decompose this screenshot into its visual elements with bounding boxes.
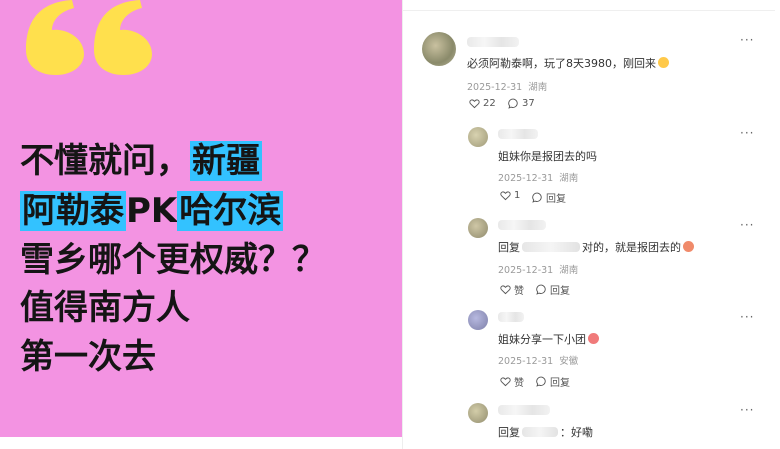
heart-icon — [469, 99, 480, 109]
comment-bubble-icon — [536, 376, 546, 387]
comment-text: 必须阿勒泰啊，玩了8天3980，刚回来 — [467, 55, 669, 71]
face-emoji — [683, 241, 694, 252]
more-options-icon[interactable]: ··· — [740, 33, 754, 47]
like-button[interactable]: 赞 — [500, 282, 524, 297]
heart-icon — [500, 377, 511, 387]
reply-button[interactable]: 回复 — [536, 282, 570, 297]
mentioned-user-blurred[interactable] — [522, 242, 580, 252]
username-blurred[interactable] — [498, 405, 550, 415]
comment-text: 姐妹分享一下小团 — [498, 331, 599, 347]
comment-bubble-icon — [536, 284, 546, 295]
headline-line-4: 值得南方人 — [20, 288, 190, 328]
left-panel-bottom-gap — [0, 437, 402, 449]
comment-meta: 2025-12-31 安徽 — [498, 356, 579, 367]
avatar[interactable] — [468, 403, 488, 423]
post-image: 不懂就问，新疆 阿勒泰PK哈尔滨 雪乡哪个更权威？？ 值得南方人 第一次去 — [0, 0, 402, 437]
headline-line-3: 雪乡哪个更权威？？ — [20, 240, 326, 280]
mentioned-user-blurred[interactable] — [522, 427, 558, 437]
comments-divider — [402, 10, 775, 11]
quote-mark-icon — [26, 0, 152, 75]
avatar[interactable] — [468, 218, 488, 238]
like-button[interactable]: 赞 — [500, 374, 524, 389]
headline-line-2: 阿勒泰PK哈尔滨 — [20, 191, 284, 231]
comment-bubble-icon — [532, 192, 542, 203]
username-blurred[interactable] — [498, 129, 538, 139]
avatar[interactable] — [422, 32, 456, 66]
reply-button[interactable]: 回复 — [532, 190, 566, 205]
more-options-icon[interactable]: ··· — [740, 310, 754, 324]
highlight-aletai: 阿勒泰 — [20, 191, 126, 231]
username-blurred[interactable] — [467, 37, 519, 47]
more-options-icon[interactable]: ··· — [740, 403, 754, 417]
like-button[interactable]: 22 — [469, 98, 496, 109]
reply-button[interactable]: 回复 — [536, 374, 570, 389]
more-options-icon[interactable]: ··· — [740, 126, 754, 140]
comment-meta: 2025-12-31 湖南 — [498, 173, 579, 184]
heart-icon — [500, 285, 511, 295]
comment-text: 回复 对的，就是报团去的 — [498, 239, 694, 255]
headline-line-1: 不懂就问，新疆 — [20, 141, 262, 181]
face-emoji — [588, 333, 599, 344]
headline-line-5: 第一次去 — [20, 337, 156, 377]
highlight-harbin: 哈尔滨 — [177, 191, 284, 231]
username-blurred[interactable] — [498, 220, 546, 230]
comment-meta: 2025-12-31 湖南 — [498, 265, 579, 276]
heart-icon — [500, 191, 511, 201]
like-button[interactable]: 1 — [500, 190, 520, 201]
reply-count-button[interactable]: 37 — [508, 98, 535, 109]
comment-bubble-icon — [508, 98, 518, 109]
avatar[interactable] — [468, 127, 488, 147]
comment-text: 回复 ：好嘞 — [498, 426, 593, 439]
smiling-face-with-tear-emoji — [658, 57, 669, 68]
comment-meta: 2025-12-31 湖南 — [467, 82, 548, 93]
more-options-icon[interactable]: ··· — [740, 218, 754, 232]
avatar[interactable] — [468, 310, 488, 330]
comment-text: 姐妹你是报团去的吗 — [498, 150, 597, 163]
highlight-xinjiang: 新疆 — [190, 141, 262, 181]
username-blurred[interactable] — [498, 312, 524, 322]
